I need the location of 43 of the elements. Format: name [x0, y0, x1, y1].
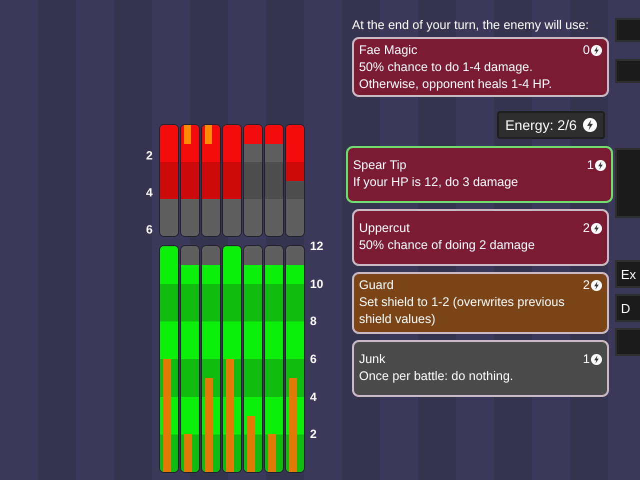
energy-cost: 0	[582, 42, 590, 59]
card-title: Fae Magic	[358, 42, 418, 59]
lightning-icon	[590, 280, 602, 291]
energy-cost: 1	[586, 157, 594, 174]
scale-label: 2	[310, 427, 317, 442]
scale-label: 6	[310, 352, 317, 366]
move-card[interactable]: Guard 2 Set shield to 1-2 (overwrites previous shield values)	[352, 272, 609, 334]
scale-label: 6	[146, 222, 153, 237]
move-card[interactable]: Junk 1 Once per battle: do nothing.	[352, 340, 609, 397]
scale-label: 8	[310, 314, 317, 328]
lightning-icon	[582, 118, 597, 132]
energy-cost: 1	[582, 351, 590, 368]
side-panel	[614, 18, 640, 42]
card-title: Spear Tip	[352, 157, 406, 174]
scale-label: 12	[310, 239, 324, 253]
intent-label: At the end of your turn, the enemy will use:	[352, 18, 590, 32]
card-description: If your HP is 12, do 3 damage	[352, 174, 520, 191]
move-card[interactable]: Uppercut 2 50% chance of doing 2 damage	[352, 209, 609, 266]
lightning-icon	[590, 45, 602, 56]
side-panel	[614, 59, 640, 83]
card-description: Once per battle: do nothing.	[358, 368, 514, 385]
scale-label: 4	[146, 186, 153, 200]
move-card[interactable]: Fae Magic 0 50% chance to do 1-4 damage. Otherwise, opponent heals 1-4 HP.	[352, 37, 609, 97]
scale-label: 10	[310, 276, 324, 291]
side-button[interactable]: Ex	[614, 260, 640, 288]
energy-label: Energy: 2/6	[505, 117, 577, 133]
scale-label: 4	[310, 390, 317, 404]
side-panel	[614, 148, 640, 218]
card-description: Set shield to 1-2 (overwrites previous shield values)	[358, 294, 566, 328]
scale-label: 2	[146, 148, 153, 163]
card-title: Guard	[358, 277, 394, 294]
card-title: Uppercut	[358, 220, 410, 237]
card-title: Junk	[358, 351, 386, 368]
energy-cost: 2	[582, 277, 590, 294]
move-card[interactable]: Spear Tip 1 If your HP is 12, do 3 damage	[346, 146, 613, 203]
lightning-icon	[594, 160, 606, 171]
card-description: 50% chance of doing 2 damage	[358, 237, 536, 254]
side-button[interactable]	[614, 328, 640, 356]
card-description: 50% chance to do 1-4 damage. Otherwise, opponent heals 1-4 HP.	[358, 59, 553, 93]
energy-cost: 2	[582, 220, 590, 237]
side-button[interactable]: D	[614, 294, 640, 322]
lightning-icon	[590, 354, 602, 365]
lightning-icon	[590, 223, 602, 234]
